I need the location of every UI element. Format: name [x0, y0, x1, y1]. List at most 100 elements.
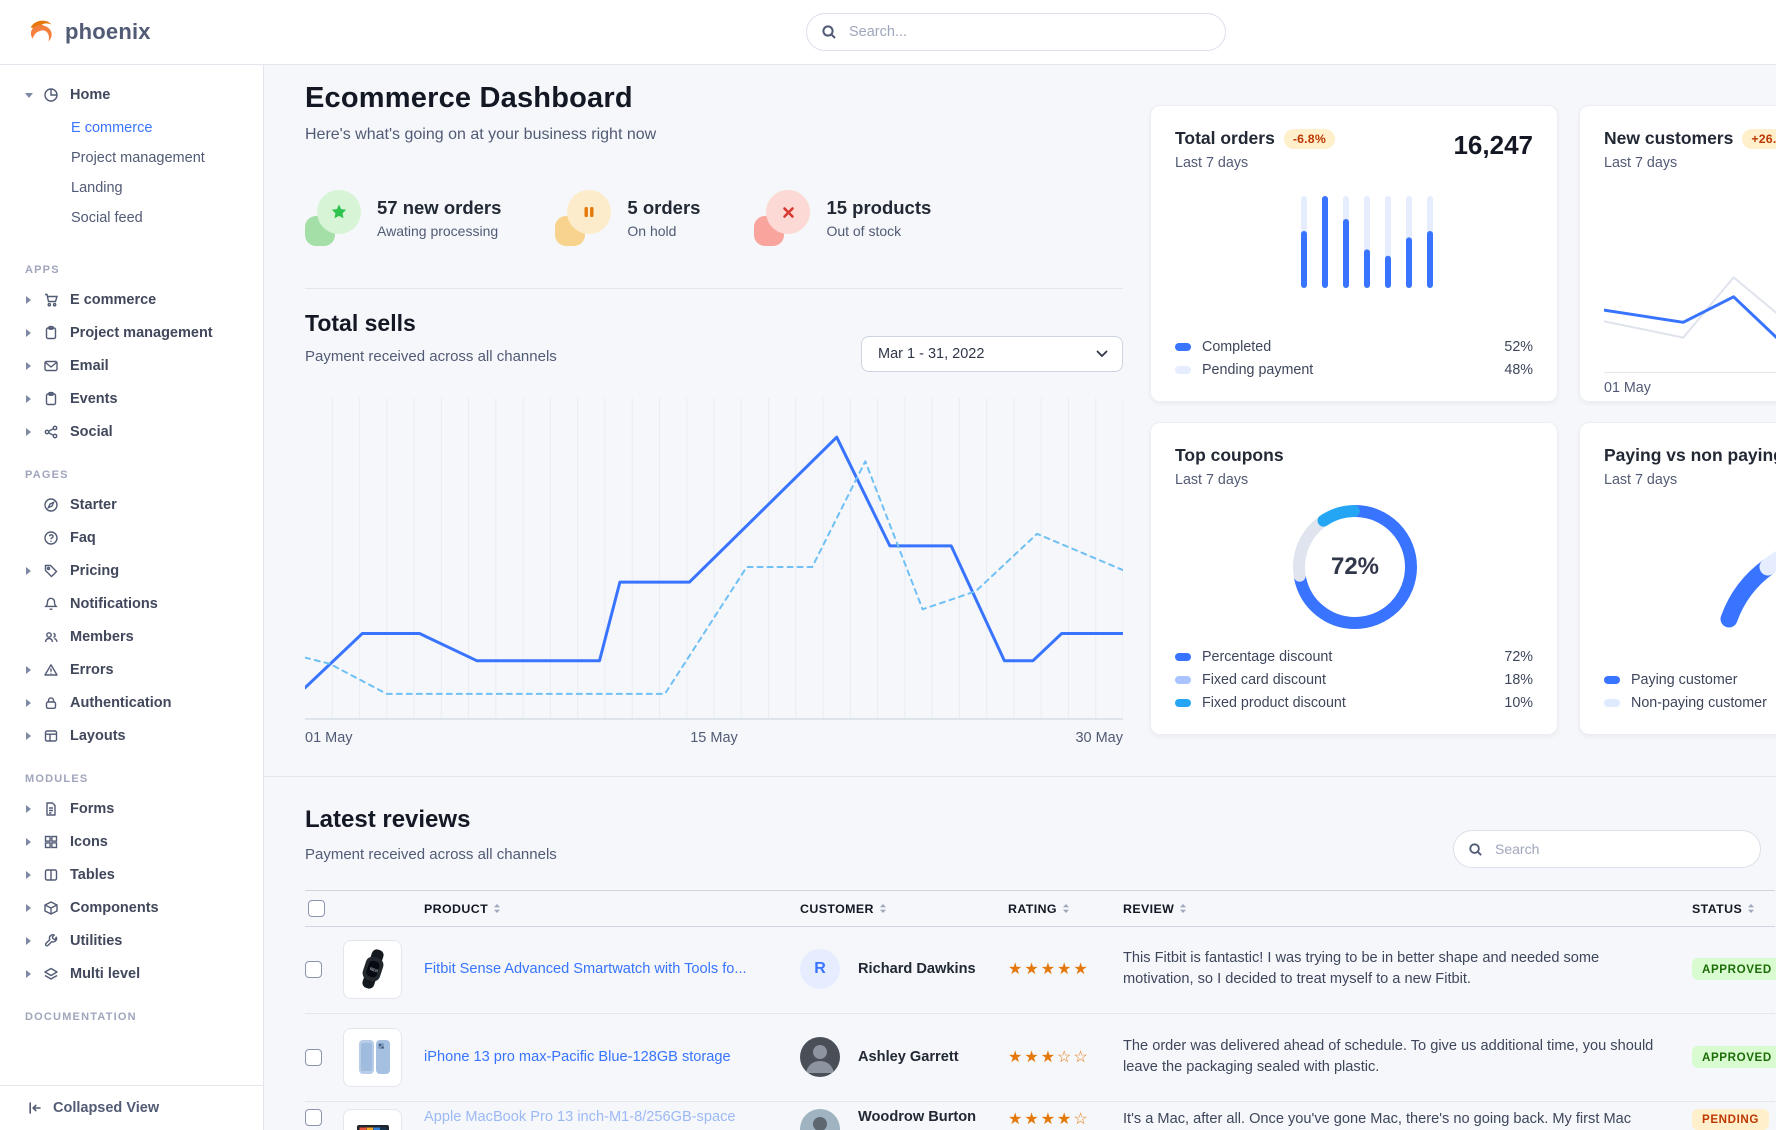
kpi-cards: Total orders -6.8% Last 7 days 16,247 Co…	[1150, 105, 1776, 735]
checkbox[interactable]	[308, 900, 325, 917]
customer-name: Richard Dawkins	[858, 925, 976, 1013]
legend-item: Non-paying customer	[1604, 691, 1776, 714]
sidebar-item-starter[interactable]: Starter	[0, 488, 263, 521]
status-label: PENDING	[1702, 1113, 1759, 1126]
column-header-product[interactable]: PRODUCT	[424, 891, 501, 926]
chevron-down-icon	[25, 92, 40, 98]
sidebar-item-layouts[interactable]: Layouts	[0, 719, 263, 752]
paying-vs-nonpaying-card: Paying vs non paying Last 7 days Paying …	[1579, 422, 1776, 735]
reviews-search[interactable]	[1453, 830, 1761, 868]
checkbox[interactable]	[305, 961, 322, 978]
sidebar-section-documentation: DOCUMENTATION	[0, 990, 263, 1030]
latest-reviews-title: Latest reviews	[305, 806, 470, 834]
avatar[interactable]	[800, 1109, 840, 1130]
sidebar-item-errors[interactable]: Errors	[0, 653, 263, 686]
sidebar-item-label: Social	[70, 424, 113, 440]
column-label: STATUS	[1692, 902, 1742, 916]
legend-value: 18%	[1504, 672, 1533, 688]
legend: Completed 52% Pending payment 48%	[1175, 335, 1533, 381]
clipboard-icon	[43, 391, 61, 407]
collapse-sidebar-button[interactable]: Collapsed View	[0, 1085, 263, 1130]
sidebar-item-forms[interactable]: Forms	[0, 792, 263, 825]
product-image-iphone[interactable]	[343, 1028, 402, 1087]
sidebar-item-utilities[interactable]: Utilities	[0, 924, 263, 957]
customer-name: Woodrow Burton	[858, 1101, 976, 1130]
sidebar-item-landing[interactable]: Landing	[0, 173, 263, 203]
mail-icon	[43, 358, 61, 374]
chevron-down-icon	[1096, 350, 1108, 358]
tag-icon	[43, 563, 61, 579]
brand-logo[interactable]: phoenix	[26, 0, 151, 64]
sidebar-item-label: Starter	[70, 497, 117, 513]
sidebar-item-components[interactable]: Components	[0, 891, 263, 924]
search-input[interactable]	[847, 23, 1211, 41]
warning-triangle-icon	[43, 662, 61, 678]
sidebar-item-ecommerce-dashboard[interactable]: E commerce	[0, 113, 263, 143]
avatar[interactable]	[800, 1037, 840, 1077]
column-label: CUSTOMER	[800, 902, 874, 916]
select-all-checkbox[interactable]	[308, 891, 325, 926]
sidebar-item-label: Faq	[70, 530, 96, 546]
sidebar-item-tables[interactable]: Tables	[0, 858, 263, 891]
chevron-right-icon	[25, 395, 40, 403]
checkbox[interactable]	[305, 1049, 322, 1066]
sidebar-item-label: Icons	[70, 834, 108, 850]
date-range-select[interactable]: Mar 1 - 31, 2022	[861, 336, 1123, 372]
sidebar-item-members[interactable]: Members	[0, 620, 263, 653]
sidebar-item-events[interactable]: Events	[0, 382, 263, 415]
compass-icon	[43, 497, 61, 513]
sidebar-item-project-management[interactable]: Project management	[0, 316, 263, 349]
orders-star-icon	[305, 190, 363, 246]
sidebar-item-icons[interactable]: Icons	[0, 825, 263, 858]
legend-label: Fixed card discount	[1202, 672, 1326, 688]
x-icon	[754, 190, 812, 246]
product-image-smartwatch[interactable]: fitbit	[343, 940, 402, 999]
avatar[interactable]: R	[800, 949, 840, 989]
column-label: RATING	[1008, 902, 1057, 916]
chevron-right-icon	[25, 329, 40, 337]
sidebar-item-label: Components	[70, 900, 159, 916]
column-header-rating[interactable]: RATING	[1008, 891, 1070, 926]
checkbox[interactable]	[305, 1109, 322, 1126]
cart-icon	[43, 292, 61, 308]
reviews-table-header: PRODUCT CUSTOMER RATING REVIEW STATUS	[305, 890, 1775, 927]
sidebar-item-authentication[interactable]: Authentication	[0, 686, 263, 719]
total-orders-value: 16,247	[1453, 130, 1533, 161]
sidebar-item-multi-level[interactable]: Multi level	[0, 957, 263, 990]
legend-value: 72%	[1504, 649, 1533, 665]
global-search[interactable]	[806, 13, 1226, 51]
sidebar-item-label: Email	[70, 358, 109, 374]
product-link[interactable]: Apple MacBook Pro 13 inch-M1-8/256GB-spa…	[424, 1109, 736, 1125]
layout-icon	[43, 728, 61, 744]
sidebar-item-label: Utilities	[70, 933, 122, 949]
product-image-macbook[interactable]	[343, 1109, 402, 1130]
card-title: Top coupons	[1175, 445, 1284, 466]
stat-label: Out of stock	[826, 223, 931, 239]
chevron-right-icon	[25, 699, 40, 707]
column-header-review[interactable]: REVIEW	[1123, 891, 1187, 926]
legend-label: Completed	[1202, 339, 1271, 355]
paying-gauge-chart	[1604, 507, 1776, 677]
sidebar: Home E commerce Project management Landi…	[0, 64, 264, 1130]
sidebar-item-ecommerce[interactable]: E commerce	[0, 283, 263, 316]
sidebar-item-email[interactable]: Email	[0, 349, 263, 382]
sidebar-item-project-management-dashboard[interactable]: Project management	[0, 143, 263, 173]
product-link[interactable]: Fitbit Sense Advanced Smartwatch with To…	[424, 961, 747, 977]
legend-value: 52%	[1504, 339, 1533, 355]
reviews-search-input[interactable]	[1493, 840, 1746, 858]
phoenix-logo-icon	[26, 17, 56, 47]
sidebar-item-social[interactable]: Social	[0, 415, 263, 448]
sidebar-item-social-feed[interactable]: Social feed	[0, 203, 263, 233]
sidebar-item-label: Members	[70, 629, 134, 645]
product-link[interactable]: iPhone 13 pro max-Pacific Blue-128GB sto…	[424, 1049, 731, 1065]
sort-icon	[879, 903, 887, 914]
wrench-icon	[43, 933, 61, 949]
collapse-arrow-icon	[27, 1100, 43, 1116]
sidebar-item-pricing[interactable]: Pricing	[0, 554, 263, 587]
column-header-status[interactable]: STATUS	[1692, 891, 1755, 926]
legend-item: Paying customer	[1604, 668, 1776, 691]
sidebar-item-home[interactable]: Home	[0, 78, 263, 111]
column-header-customer[interactable]: CUSTOMER	[800, 891, 887, 926]
sidebar-item-notifications[interactable]: Notifications	[0, 587, 263, 620]
sidebar-item-faq[interactable]: Faq	[0, 521, 263, 554]
